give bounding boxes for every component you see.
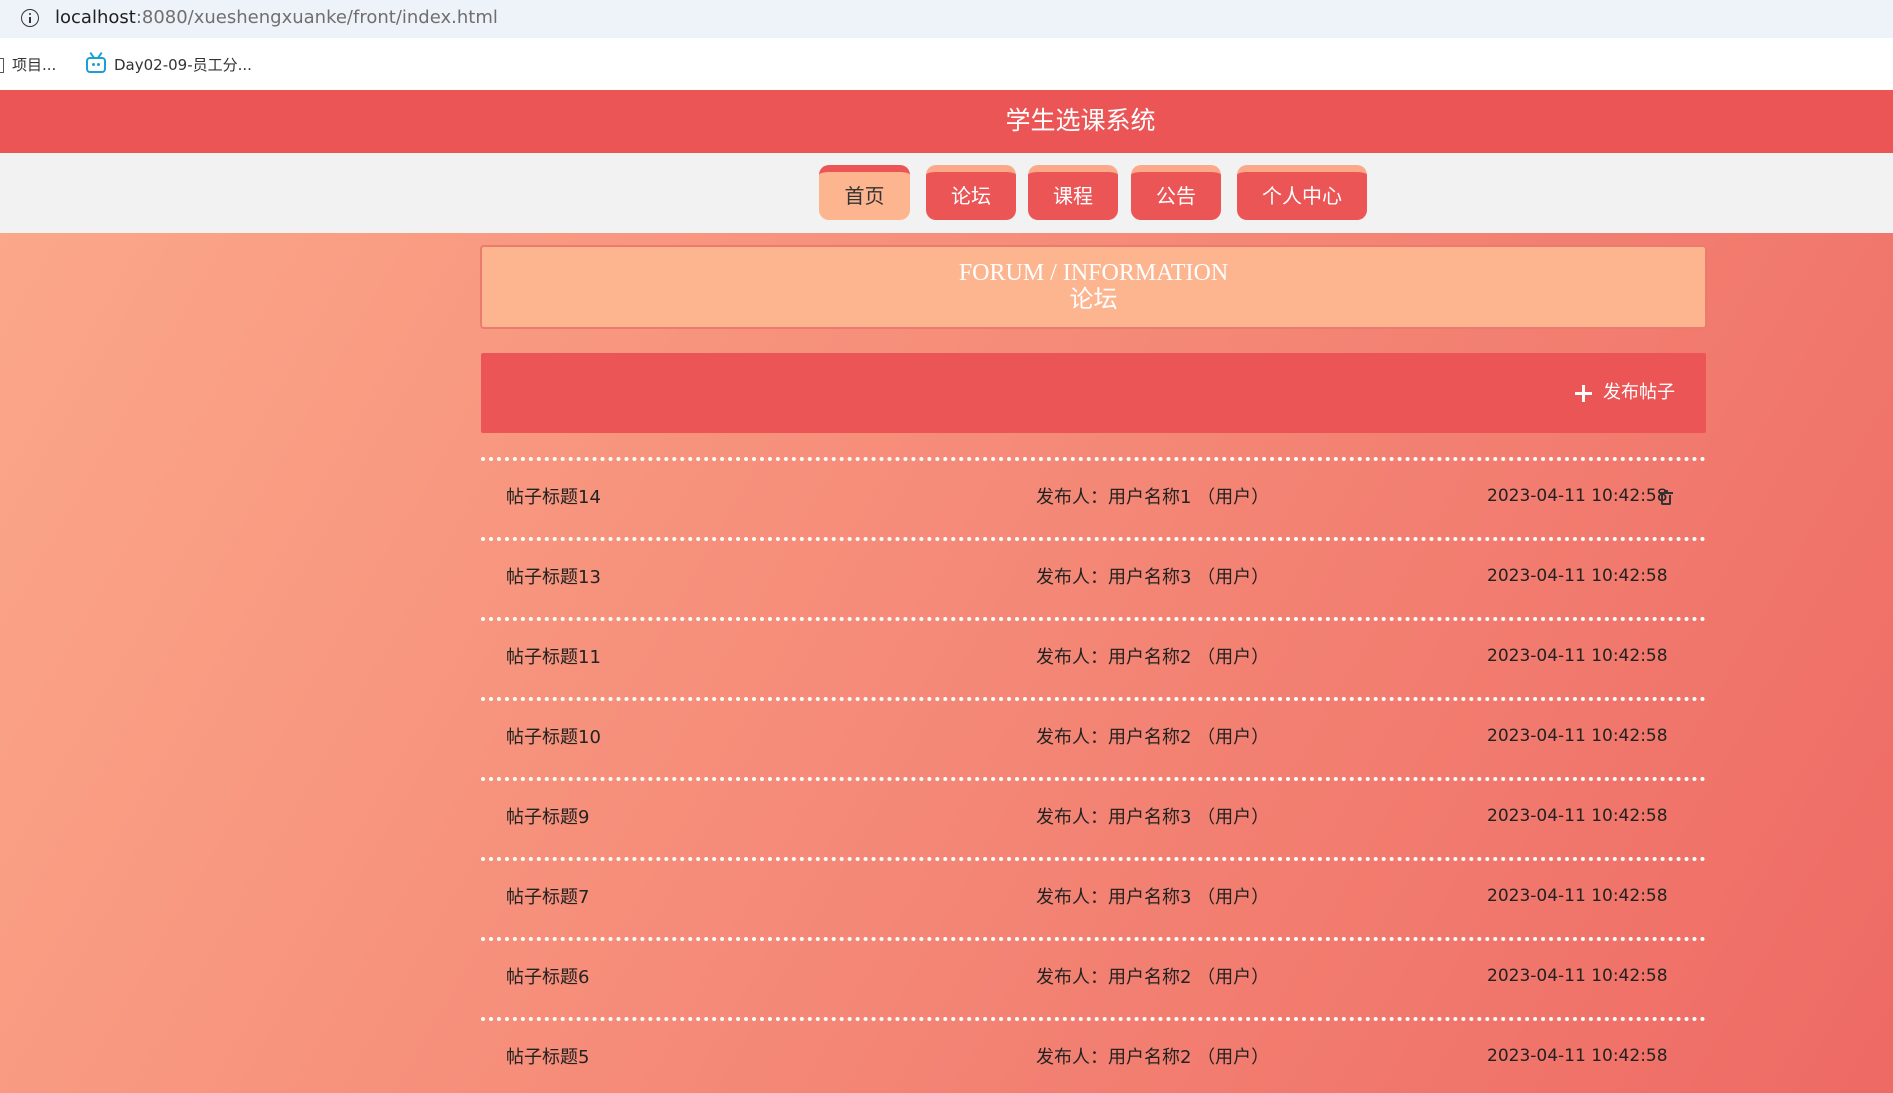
nav-home[interactable]: 首页 [819, 165, 910, 220]
post-row[interactable]: 帖子标题6 发布人：用户名称2 （用户） 2023-04-11 10:42:58 [481, 937, 1706, 1017]
bilibili-tv-icon [86, 57, 106, 73]
bookmark-item[interactable]: 项目... [0, 55, 56, 75]
post-title[interactable]: 帖子标题6 [506, 966, 589, 990]
info-icon[interactable] [21, 9, 39, 27]
bookmarks-bar: 项目... Day02-09-员工分... [0, 38, 1893, 90]
site-title: 学生选课系统 [1005, 106, 1156, 135]
publish-post-label: 发布帖子 [1603, 382, 1675, 403]
address-bar[interactable]: localhost:8080/xueshengxuanke/front/inde… [0, 0, 1893, 38]
publish-post-button[interactable]: 发布帖子 [1575, 382, 1675, 404]
nav-announcements[interactable]: 公告 [1131, 165, 1221, 220]
post-row[interactable]: 帖子标题7 发布人：用户名称3 （用户） 2023-04-11 10:42:58 [481, 857, 1706, 937]
post-time: 2023-04-11 10:42:58 [1487, 566, 1668, 586]
forum-header: FORUM / INFORMATION 论坛 [480, 245, 1707, 329]
post-row[interactable]: 帖子标题13 发布人：用户名称3 （用户） 2023-04-11 10:42:5… [481, 537, 1706, 617]
post-title[interactable]: 帖子标题5 [506, 1046, 589, 1070]
plus-icon [1575, 384, 1592, 402]
post-author: 发布人：用户名称3 （用户） [1036, 887, 1270, 908]
post-author: 发布人：用户名称1 （用户） [1036, 487, 1270, 508]
post-time: 2023-04-11 10:42:58 [1487, 486, 1668, 506]
post-author: 发布人：用户名称3 （用户） [1036, 567, 1270, 588]
post-time: 2023-04-11 10:42:58 [1487, 966, 1668, 986]
url-path: :8080/xueshengxuanke/front/index.html [135, 7, 498, 28]
nav-courses[interactable]: 课程 [1028, 165, 1118, 220]
post-row[interactable]: 帖子标题14 发布人：用户名称1 （用户） 2023-04-11 10:42:5… [481, 457, 1706, 537]
post-title[interactable]: 帖子标题14 [506, 486, 601, 510]
post-title[interactable]: 帖子标题11 [506, 646, 601, 670]
post-title[interactable]: 帖子标题10 [506, 726, 601, 750]
nav-personal-center[interactable]: 个人中心 [1237, 165, 1367, 220]
forum-title-cn: 论坛 [1069, 287, 1118, 313]
post-title[interactable]: 帖子标题7 [506, 886, 589, 910]
post-time: 2023-04-11 10:42:58 [1487, 646, 1668, 666]
url-text[interactable]: localhost:8080/xueshengxuanke/front/inde… [55, 6, 498, 30]
post-row[interactable]: 帖子标题5 发布人：用户名称2 （用户） 2023-04-11 10:42:58 [481, 1017, 1706, 1093]
post-row[interactable]: 帖子标题9 发布人：用户名称3 （用户） 2023-04-11 10:42:58 [481, 777, 1706, 857]
post-author: 发布人：用户名称2 （用户） [1036, 967, 1270, 988]
post-time: 2023-04-11 10:42:58 [1487, 1046, 1668, 1066]
post-title[interactable]: 帖子标题9 [506, 806, 589, 830]
site-header: 学生选课系统 [0, 90, 1893, 153]
bookmark-item[interactable]: Day02-09-员工分... [86, 55, 252, 75]
post-author: 发布人：用户名称3 （用户） [1036, 807, 1270, 828]
post-author: 发布人：用户名称2 （用户） [1036, 1047, 1270, 1068]
trash-icon[interactable] [1659, 490, 1673, 505]
page-background: 学生选课系统 首页 论坛 课程 公告 个人中心 FORUM / INFORMAT… [0, 90, 1893, 1093]
url-host: localhost [55, 7, 136, 28]
forum-title-en: FORUM / INFORMATION [958, 260, 1229, 286]
bookmark-folder-icon [0, 57, 4, 73]
bookmark-label: 项目... [12, 56, 57, 74]
post-list: 帖子标题14 发布人：用户名称1 （用户） 2023-04-11 10:42:5… [481, 457, 1706, 1093]
post-author: 发布人：用户名称2 （用户） [1036, 647, 1270, 668]
post-time: 2023-04-11 10:42:58 [1487, 886, 1668, 906]
main-nav: 首页 论坛 课程 公告 个人中心 [0, 153, 1893, 233]
nav-forum[interactable]: 论坛 [926, 165, 1016, 220]
post-time: 2023-04-11 10:42:58 [1487, 726, 1668, 746]
post-row[interactable]: 帖子标题11 发布人：用户名称2 （用户） 2023-04-11 10:42:5… [481, 617, 1706, 697]
bookmark-label: Day02-09-员工分... [114, 56, 252, 74]
forum-action-bar: 发布帖子 [481, 353, 1706, 433]
post-author: 发布人：用户名称2 （用户） [1036, 727, 1270, 748]
post-time: 2023-04-11 10:42:58 [1487, 806, 1668, 826]
post-title[interactable]: 帖子标题13 [506, 566, 601, 590]
post-row[interactable]: 帖子标题10 发布人：用户名称2 （用户） 2023-04-11 10:42:5… [481, 697, 1706, 777]
